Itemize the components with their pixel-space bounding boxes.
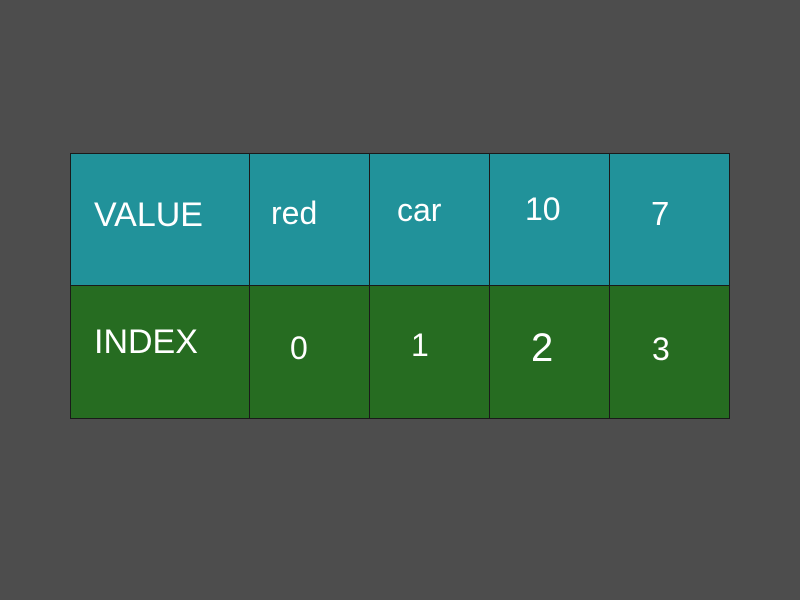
value-header-cell: VALUE: [70, 153, 250, 286]
index-cell-text: 0: [290, 330, 308, 366]
value-cell-text: 7: [651, 195, 670, 232]
index-cell-3: 3: [610, 286, 730, 419]
array-table: VALUE red car 10 7 INDEX 0 1 2 3: [70, 153, 730, 419]
value-cell-0: red: [250, 153, 370, 286]
index-cell-text: 1: [411, 327, 429, 363]
index-cell-2: 2: [490, 286, 610, 419]
index-cell-0: 0: [250, 286, 370, 419]
index-header-label: INDEX: [94, 323, 198, 361]
value-cell-text: red: [271, 195, 318, 231]
value-cell-2: 10: [490, 153, 610, 286]
value-cell-text: car: [397, 192, 442, 228]
index-cell-text: 2: [531, 326, 554, 370]
index-cell-1: 1: [370, 286, 490, 419]
value-header-label: VALUE: [94, 196, 203, 234]
index-cell-text: 3: [652, 331, 670, 367]
value-cell-3: 7: [610, 153, 730, 286]
value-cell-text: 10: [525, 191, 561, 227]
value-cell-1: car: [370, 153, 490, 286]
index-header-cell: INDEX: [70, 286, 250, 419]
